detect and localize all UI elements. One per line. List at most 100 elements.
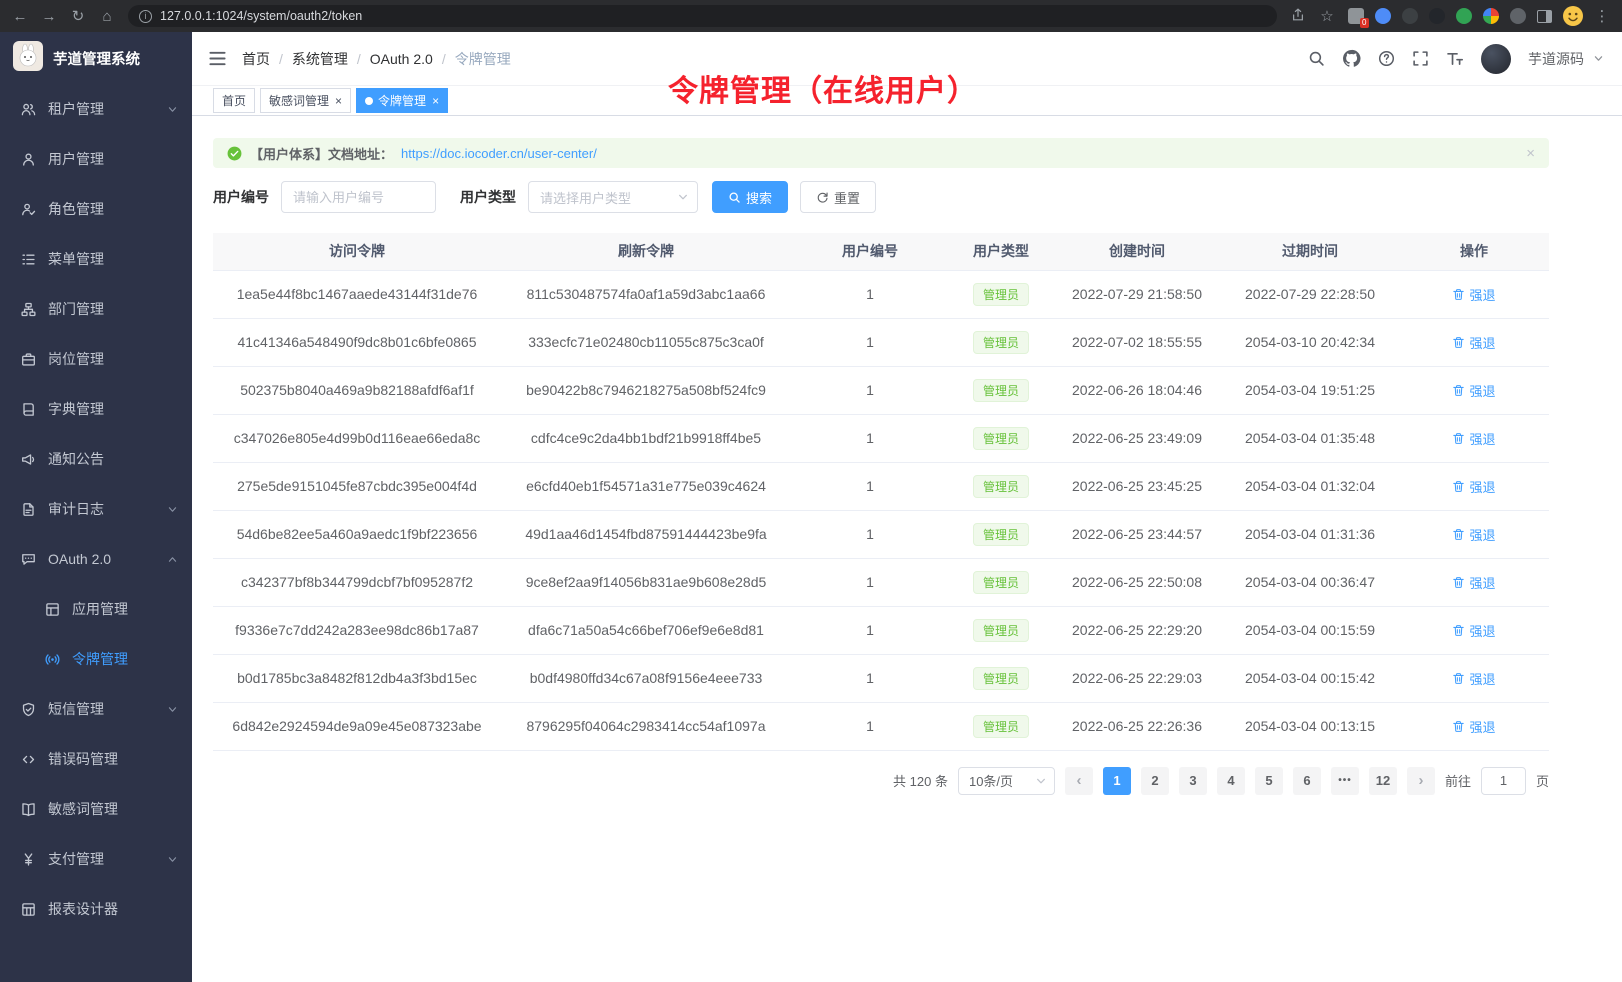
force-logout-button[interactable]: 强退 — [1452, 285, 1495, 304]
user-name[interactable]: 芋道源码 — [1528, 49, 1584, 69]
page-size-value: 10条/页 — [969, 771, 1013, 790]
next-page-button[interactable]: › — [1407, 767, 1435, 795]
user-type-cell: 管理员 — [949, 462, 1053, 510]
user-avatar[interactable] — [1481, 44, 1511, 74]
sidebar-item-label: 短信管理 — [48, 699, 104, 719]
breadcrumb-item[interactable]: 首页 — [242, 49, 270, 69]
sidebar-item[interactable]: 岗位管理 — [0, 334, 192, 384]
extension-icon[interactable] — [1429, 8, 1445, 24]
goto-page-input[interactable] — [1481, 767, 1526, 795]
extension-icon[interactable] — [1402, 8, 1418, 24]
create-time-cell: 2022-07-29 21:58:50 — [1053, 270, 1221, 318]
sidebar-item[interactable]: 角色管理 — [0, 184, 192, 234]
user-type-select[interactable]: 请选择用户类型 — [528, 181, 698, 213]
force-logout-button[interactable]: 强退 — [1452, 573, 1495, 592]
sidebar-item[interactable]: 应用管理 — [0, 584, 192, 634]
browser-profile-avatar[interactable] — [1563, 6, 1583, 26]
search-icon[interactable] — [1308, 50, 1325, 67]
force-logout-button[interactable]: 强退 — [1452, 621, 1495, 640]
close-icon[interactable]: × — [1526, 146, 1535, 161]
breadcrumb-item[interactable]: OAuth 2.0 — [370, 51, 433, 67]
split-view-icon[interactable] — [1537, 10, 1552, 23]
close-icon[interactable]: × — [335, 95, 342, 107]
sidebar-item[interactable]: 审计日志 — [0, 484, 192, 534]
alert-doc-link[interactable]: https://doc.iocoder.cn/user-center/ — [401, 146, 597, 161]
site-info-icon[interactable]: i — [139, 10, 152, 23]
bookmark-star-icon[interactable]: ☆ — [1319, 9, 1335, 24]
dict-icon — [20, 401, 36, 417]
sidebar-item-label: 角色管理 — [48, 199, 104, 219]
help-icon[interactable] — [1378, 50, 1395, 67]
home-icon[interactable]: ⌂ — [99, 9, 115, 24]
pager-page-3[interactable]: 3 — [1179, 767, 1207, 795]
user-type-badge: 管理员 — [973, 475, 1029, 498]
force-logout-button[interactable]: 强退 — [1452, 669, 1495, 688]
extension-icon[interactable] — [1456, 8, 1472, 24]
sidebar-item[interactable]: OAuth 2.0 — [0, 534, 192, 584]
reload-icon[interactable]: ↻ — [70, 9, 86, 24]
fontsize-icon[interactable] — [1446, 50, 1464, 68]
extensions-puzzle-icon[interactable] — [1483, 8, 1499, 24]
force-logout-button[interactable]: 强退 — [1452, 525, 1495, 544]
prev-page-button[interactable]: ‹ — [1065, 767, 1093, 795]
user-id-cell: 1 — [791, 270, 949, 318]
extension-icon[interactable] — [1375, 8, 1391, 24]
extension-icon[interactable]: 0 — [1348, 8, 1364, 24]
pager-page-5[interactable]: 5 — [1255, 767, 1283, 795]
action-cell: 强退 — [1399, 318, 1549, 366]
share-icon[interactable] — [1290, 8, 1306, 25]
tenant-icon — [20, 101, 36, 117]
force-logout-button[interactable]: 强退 — [1452, 477, 1495, 496]
sidebar-item[interactable]: 支付管理 — [0, 834, 192, 884]
force-logout-button[interactable]: 强退 — [1452, 333, 1495, 352]
user-type-cell: 管理员 — [949, 270, 1053, 318]
fullscreen-icon[interactable] — [1412, 50, 1429, 67]
sidebar-item[interactable]: 菜单管理 — [0, 234, 192, 284]
back-icon[interactable]: ← — [12, 9, 28, 24]
force-logout-button[interactable]: 强退 — [1452, 381, 1495, 400]
user-id-input[interactable] — [281, 181, 436, 213]
sidebar-item[interactable]: 敏感词管理 — [0, 784, 192, 834]
sidebar-item[interactable]: 报表设计器 — [0, 884, 192, 934]
pagination: 共 120 条 10条/页 ‹ 123456•••12 › 前往 页 — [213, 767, 1549, 795]
close-icon[interactable]: × — [432, 95, 439, 107]
page-size-select[interactable]: 10条/页 — [958, 767, 1055, 795]
tab-首页[interactable]: 首页 — [213, 88, 255, 113]
delete-icon — [1452, 576, 1465, 589]
sidebar-item-label: 报表设计器 — [48, 899, 118, 919]
pager-page-12[interactable]: 12 — [1369, 767, 1397, 795]
refresh-token-cell: 333ecfc71e02480cb11055c875c3ca0f — [501, 318, 791, 366]
chevron-down-icon[interactable] — [1593, 53, 1604, 64]
sidebar-item[interactable]: 部门管理 — [0, 284, 192, 334]
sidebar-item[interactable]: 错误码管理 — [0, 734, 192, 784]
search-button[interactable]: 搜索 — [712, 181, 788, 213]
user-id-cell: 1 — [791, 366, 949, 414]
tab-令牌管理[interactable]: 令牌管理× — [356, 88, 448, 113]
extension-badge: 0 — [1360, 18, 1369, 28]
sidebar-item[interactable]: 租户管理 — [0, 84, 192, 134]
pager-page-6[interactable]: 6 — [1293, 767, 1321, 795]
tab-敏感词管理[interactable]: 敏感词管理× — [260, 88, 351, 113]
address-bar[interactable]: i 127.0.0.1:1024/system/oauth2/token — [128, 5, 1277, 27]
sidebar-item[interactable]: 通知公告 — [0, 434, 192, 484]
sidebar-item[interactable]: 字典管理 — [0, 384, 192, 434]
browser-menu-icon[interactable]: ⋮ — [1594, 9, 1610, 24]
sidebar-item[interactable]: 用户管理 — [0, 134, 192, 184]
force-logout-button[interactable]: 强退 — [1452, 429, 1495, 448]
pager-more-button[interactable]: ••• — [1331, 767, 1359, 795]
forward-icon[interactable]: → — [41, 9, 57, 24]
sidebar-item-active[interactable]: 令牌管理 — [0, 634, 192, 684]
pager-page-4[interactable]: 4 — [1217, 767, 1245, 795]
sidebar-item[interactable]: 短信管理 — [0, 684, 192, 734]
pager-page-2[interactable]: 2 — [1141, 767, 1169, 795]
extension-icon[interactable] — [1510, 8, 1526, 24]
github-icon[interactable] — [1342, 49, 1361, 68]
user-id-cell: 1 — [791, 606, 949, 654]
app-logo[interactable]: 芋道管理系统 — [0, 32, 192, 84]
force-logout-button[interactable]: 强退 — [1452, 717, 1495, 736]
reset-button[interactable]: 重置 — [800, 181, 876, 213]
breadcrumb-item[interactable]: 系统管理 — [292, 49, 348, 69]
refresh-token-cell: b0df4980ffd34c67a08f9156e4eee733 — [501, 654, 791, 702]
sidebar-toggle-icon[interactable] — [208, 49, 227, 68]
pager-page-1[interactable]: 1 — [1103, 767, 1131, 795]
